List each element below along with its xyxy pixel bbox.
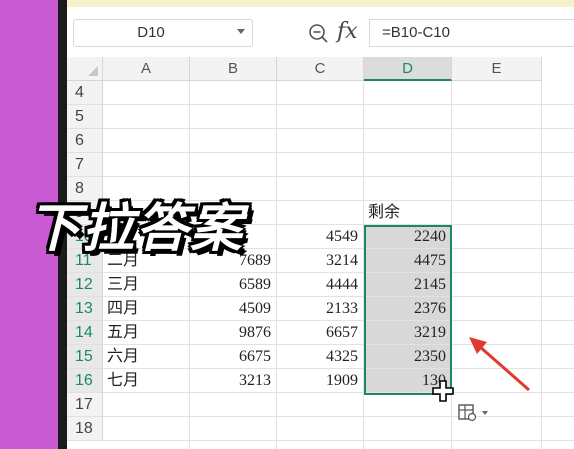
column-header-b[interactable]: B — [190, 57, 277, 81]
row-header-16[interactable]: 16 — [67, 369, 103, 393]
formula-bar: D10 fx =B10-C10 — [67, 7, 574, 57]
ribbon-edge — [67, 0, 574, 7]
name-box[interactable]: D10 — [73, 19, 253, 47]
cell-a15[interactable]: 六月 — [107, 345, 139, 368]
row-header-12[interactable]: 12 — [67, 273, 103, 297]
row-header-18[interactable]: 18 — [67, 417, 103, 441]
cell-a14[interactable]: 五月 — [107, 321, 139, 344]
grid-line — [103, 176, 574, 177]
column-header-e[interactable]: E — [452, 57, 542, 81]
zoom-icon[interactable] — [307, 22, 329, 44]
row-header-14[interactable]: 14 — [67, 321, 103, 345]
function-icon[interactable]: fx — [337, 18, 358, 46]
grid-line — [103, 440, 574, 441]
autofill-options-icon[interactable] — [455, 400, 495, 424]
cell-a13[interactable]: 四月 — [107, 297, 139, 320]
row-header-6[interactable]: 6 — [67, 129, 103, 153]
cell-b13[interactable]: 4509 — [190, 297, 271, 320]
grid-line — [103, 416, 574, 417]
row-header-5[interactable]: 5 — [67, 105, 103, 129]
name-box-value: D10 — [137, 24, 165, 41]
cell-c14[interactable]: 6657 — [277, 321, 358, 344]
row-header-15[interactable]: 15 — [67, 345, 103, 369]
cell-c11[interactable]: 3214 — [277, 249, 358, 272]
row-header-13[interactable]: 13 — [67, 297, 103, 321]
column-header-c[interactable]: C — [277, 57, 364, 81]
cell-d9[interactable]: 剩余 — [368, 201, 400, 224]
cell-c12[interactable]: 4444 — [277, 273, 358, 296]
column-header-a[interactable]: A — [103, 57, 190, 81]
cell-c16[interactable]: 1909 — [277, 369, 358, 392]
cell-a12[interactable]: 三月 — [107, 273, 139, 296]
formula-input[interactable]: =B10-C10 — [369, 19, 574, 47]
select-all-corner[interactable] — [67, 57, 103, 81]
cell-c15[interactable]: 4325 — [277, 345, 358, 368]
cell-b14[interactable]: 9876 — [190, 321, 271, 344]
grid-line — [103, 104, 574, 105]
cell-c13[interactable]: 2133 — [277, 297, 358, 320]
formula-text: =B10-C10 — [382, 24, 450, 41]
cell-b15[interactable]: 6675 — [190, 345, 271, 368]
cell-a16[interactable]: 七月 — [107, 369, 139, 392]
grid-line — [103, 152, 574, 153]
grid-line — [103, 128, 574, 129]
cell-b16[interactable]: 3213 — [190, 369, 271, 392]
chevron-down-icon[interactable] — [237, 29, 245, 34]
column-header-d[interactable]: D — [364, 57, 452, 81]
grid-line — [541, 81, 542, 449]
cell-c10[interactable]: 4549 — [277, 225, 358, 248]
selection-border — [364, 225, 452, 395]
cell-b12[interactable]: 6589 — [190, 273, 271, 296]
annotation-arrow — [469, 337, 530, 392]
overlay-caption: 下拉答案 — [28, 199, 245, 259]
fill-handle-cursor-icon — [432, 380, 454, 402]
row-header-7[interactable]: 7 — [67, 153, 103, 177]
row-header-17[interactable]: 17 — [67, 393, 103, 417]
row-header-4[interactable]: 4 — [67, 81, 103, 105]
